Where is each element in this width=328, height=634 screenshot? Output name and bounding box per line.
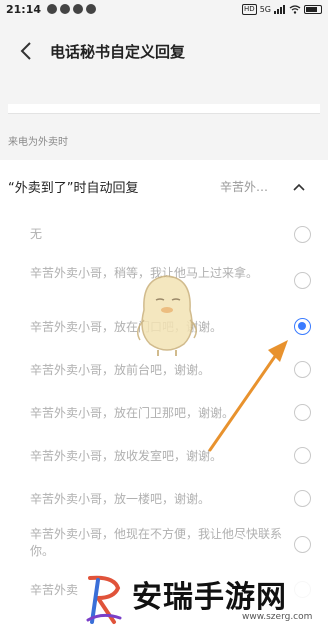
chevron-up-icon[interactable] <box>292 180 306 194</box>
reply-option-radio[interactable] <box>294 272 311 289</box>
battery-icon <box>304 4 322 14</box>
reply-option-radio[interactable] <box>294 447 311 464</box>
previous-card-edge <box>8 104 320 114</box>
reply-option-radio[interactable] <box>294 404 311 421</box>
notification-icon <box>60 4 71 14</box>
reply-option-radio[interactable] <box>294 361 311 378</box>
reply-option-text: 辛苦外卖小哥，放前台吧，谢谢。 <box>30 363 211 377</box>
signal-label: 5G <box>259 4 271 14</box>
page-header: 电话秘书自定义回复 <box>0 30 328 72</box>
reply-option-radio[interactable] <box>294 226 311 243</box>
signal-icon <box>274 4 285 14</box>
site-logo-icon <box>86 575 122 624</box>
status-bar: 21:14 HD 5G <box>0 0 328 18</box>
wifi-icon <box>289 4 301 14</box>
section-label: 来电为外卖时 <box>8 137 68 148</box>
auto-reply-title: “外卖到了”时自动回复 <box>8 180 139 196</box>
site-watermark: 安瑞手游网 www.szerg.com <box>82 570 326 630</box>
reply-option-text: 辛苦外卖小哥，放收发室吧，谢谢。 <box>30 449 223 463</box>
page-title: 电话秘书自定义回复 <box>50 42 186 61</box>
reply-option-text: 辛苦外卖小哥，放在门卫那吧，谢谢。 <box>30 406 235 420</box>
notification-icon <box>47 4 58 14</box>
status-indicators: HD 5G <box>242 3 322 15</box>
reply-option-radio-selected[interactable] <box>294 318 311 335</box>
auto-reply-current-value: 辛苦外… <box>220 179 269 194</box>
auto-reply-header[interactable]: “外卖到了”时自动回复 辛苦外… <box>0 170 328 202</box>
reply-option-radio[interactable] <box>294 536 311 553</box>
reply-option-text: 辛苦外卖小哥，他现在不方便，我让他尽快联系你。 <box>30 527 283 558</box>
status-time: 21:14 <box>6 2 42 16</box>
back-arrow-icon[interactable] <box>6 31 46 71</box>
reply-option-text: 辛苦外卖小哥，放一楼吧，谢谢。 <box>30 492 211 506</box>
notification-icon <box>73 4 84 14</box>
hd-badge: HD <box>242 3 257 15</box>
auto-reply-card: “外卖到了”时自动回复 辛苦外… 无 辛苦外卖小哥，稍等，我让他马上过来拿。 辛… <box>0 160 328 634</box>
site-watermark-url: www.szerg.com <box>242 612 313 622</box>
reply-option-text: 无 <box>30 227 43 241</box>
notification-icon <box>86 4 97 14</box>
site-watermark-title: 安瑞手游网 <box>132 580 287 615</box>
mascot-watermark-icon <box>137 275 197 356</box>
reply-option-radio[interactable] <box>294 490 311 507</box>
